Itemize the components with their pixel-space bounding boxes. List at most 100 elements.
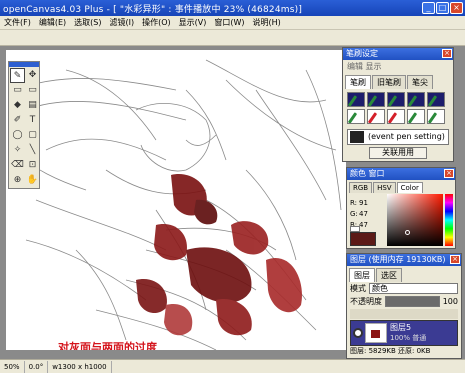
status-bar: 50% 0.0° w1300 x h1000	[0, 359, 465, 373]
hand-icon[interactable]: ✋	[25, 173, 40, 188]
drawing-canvas[interactable]: 对灰面与两面的过度 8	[6, 50, 346, 350]
tab-rgb[interactable]: RGB	[349, 182, 373, 193]
brush-slot[interactable]	[427, 92, 445, 107]
visibility-eye-icon[interactable]	[353, 328, 363, 338]
wand-icon[interactable]: ✧	[10, 143, 25, 158]
opacity-slider[interactable]	[385, 296, 440, 307]
crop-icon[interactable]: ⊡	[25, 158, 40, 173]
brush-preview-icon	[350, 131, 364, 143]
hue-slider[interactable]	[445, 194, 453, 246]
menu-select[interactable]: 选取(S)	[74, 17, 101, 28]
brush-pen-icon	[348, 95, 358, 106]
b-value: 47	[359, 221, 368, 229]
brush-panel-close-icon[interactable]: ×	[442, 49, 452, 58]
current-color-swatch[interactable]	[350, 232, 376, 246]
menu-window[interactable]: 窗口(W)	[214, 17, 244, 28]
layer-thumbnail	[365, 323, 387, 343]
layer-mode: 100% 普通	[390, 334, 427, 342]
brush-pen-icon	[388, 95, 398, 106]
menu-edit[interactable]: 编辑(E)	[39, 17, 66, 28]
pencil-icon[interactable]: ✐	[10, 113, 25, 128]
brush-tabs: 笔刷 旧笔刷 笔尖	[343, 73, 453, 89]
bucket-icon[interactable]: ◆	[10, 98, 25, 113]
blend-mode-select[interactable]: 颜色	[369, 283, 458, 294]
eyedropper-icon[interactable]: ⌫	[10, 158, 25, 173]
brush-apply-button[interactable]: 关联用用	[369, 147, 427, 159]
tab-brush[interactable]: 笔刷	[345, 75, 371, 89]
saturation-value-picker[interactable]	[387, 194, 443, 246]
move-icon[interactable]: ✥	[25, 68, 40, 83]
opacity-row: 不透明度 100	[347, 295, 461, 308]
select-icon[interactable]: ▢	[25, 128, 40, 143]
menu-filter[interactable]: 滤镜(I)	[109, 17, 134, 28]
layer-row[interactable]: 图层5 100% 普通	[350, 320, 458, 346]
tab-color[interactable]: Color	[396, 182, 423, 193]
brush-pen-icon	[428, 112, 438, 123]
brush-pen-icon	[428, 95, 438, 106]
brush-grid	[343, 89, 453, 127]
brush-panel-title: 笔刷设定 ×	[343, 48, 453, 60]
close-button[interactable]: ×	[450, 2, 463, 14]
layer-panel-title-text: 图层 (使用内存 19130KB)	[350, 255, 446, 264]
menu-operate[interactable]: 操作(O)	[142, 17, 171, 28]
pen-icon[interactable]: ✎	[10, 68, 25, 83]
layer-panel: 图层 (使用内存 19130KB) × 图层 选区 模式 颜色 不透明度 100…	[346, 253, 462, 359]
text-icon[interactable]: T	[25, 113, 40, 128]
toolbar-strip	[0, 30, 465, 46]
menu-file[interactable]: 文件(F)	[4, 17, 31, 28]
brush-pen-icon	[368, 95, 378, 106]
brush-slot[interactable]	[367, 109, 385, 124]
brush-slot[interactable]	[387, 109, 405, 124]
layer-panel-close-icon[interactable]: ×	[450, 255, 460, 264]
g-value: 47	[359, 210, 368, 218]
menu-help[interactable]: 说明(H)	[253, 17, 281, 28]
brush-slot[interactable]	[347, 92, 365, 107]
brush-setting-field[interactable]: (event pen setting)	[347, 129, 449, 145]
zoom-icon[interactable]: ⊕	[10, 173, 25, 188]
lasso-icon[interactable]: ◯	[10, 128, 25, 143]
line-icon[interactable]: ╲	[25, 143, 40, 158]
tab-nib[interactable]: 笔尖	[407, 75, 433, 89]
brush-slot[interactable]	[387, 92, 405, 107]
color-panel-close-icon[interactable]: ×	[444, 169, 454, 178]
tool-palette: ✎ ✥ ▭ ▭ ◆ ▤ ✐ T ◯ ▢ ✧ ╲ ⌫ ⊡ ⊕ ✋	[8, 61, 40, 189]
eraser-icon[interactable]: ▭	[10, 83, 25, 98]
tab-old-brush[interactable]: 旧笔刷	[372, 75, 406, 89]
menu-bar: 文件(F) 编辑(E) 选取(S) 滤镜(I) 操作(O) 显示(V) 窗口(W…	[0, 16, 465, 30]
menu-view[interactable]: 显示(V)	[179, 17, 207, 28]
opacity-label: 不透明度	[350, 297, 382, 306]
brush-slot[interactable]	[427, 109, 445, 124]
blend-mode-row: 模式 颜色	[347, 282, 461, 295]
angle-readout[interactable]: 0.0°	[25, 360, 49, 373]
canvas-caption: 对灰面与两面的过度	[58, 341, 157, 350]
gradient-icon[interactable]: ▤	[25, 98, 40, 113]
brush-panel: 笔刷设定 × 编辑 显示 笔刷 旧笔刷 笔尖 (event pen settin…	[342, 47, 454, 162]
brush-slot[interactable]	[407, 92, 425, 107]
blend-mode-label: 模式	[350, 284, 366, 293]
canvas-size-readout: w1300 x h1000	[48, 360, 112, 373]
brush-panel-title-text: 笔刷设定	[346, 49, 378, 58]
color-panel-title-text: 颜色 窗口	[350, 169, 385, 178]
layer-panel-title: 图层 (使用内存 19130KB) ×	[347, 254, 461, 266]
layer-tabs: 图层 选区	[347, 266, 461, 282]
opacity-value: 100	[442, 297, 458, 306]
layer-name: 图层5	[390, 323, 412, 332]
zoom-readout[interactable]: 50%	[0, 360, 25, 373]
g-label: G:	[350, 210, 358, 218]
rect-icon[interactable]: ▭	[25, 83, 40, 98]
artwork-sketch	[10, 59, 342, 350]
tab-selection[interactable]: 选区	[376, 268, 402, 282]
tab-hsv[interactable]: HSV	[373, 182, 396, 193]
brush-panel-menu[interactable]: 编辑 显示	[343, 60, 453, 73]
color-panel-title: 颜色 窗口 ×	[347, 168, 455, 180]
tab-layer[interactable]: 图层	[349, 268, 375, 282]
brush-slot[interactable]	[407, 109, 425, 124]
maximize-button[interactable]: □	[436, 2, 449, 14]
brush-pen-icon	[388, 112, 398, 123]
brush-pen-icon	[408, 95, 418, 106]
brush-slot[interactable]	[347, 109, 365, 124]
brush-slot[interactable]	[367, 92, 385, 107]
minimize-button[interactable]: _	[422, 2, 435, 14]
brush-setting-label: (event pen setting)	[368, 132, 445, 141]
color-cursor[interactable]	[405, 230, 410, 235]
